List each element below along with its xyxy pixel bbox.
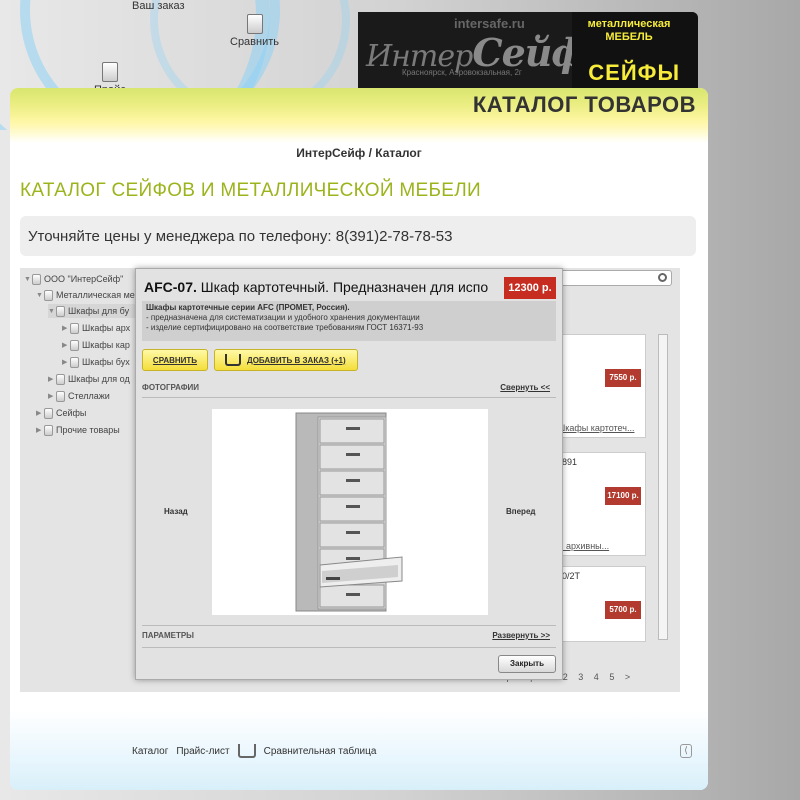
photos-section-header: ФОТОГРАФИИ Свернуть <<	[142, 383, 550, 392]
compare-link[interactable]: Сравнить	[230, 14, 279, 48]
brand-metal-text: металлическая МЕБЕЛЬ	[587, 18, 671, 43]
product-card[interactable]: 4891 17100 р. ы архивны...	[552, 452, 646, 556]
collapse-link[interactable]: Свернуть <<	[500, 383, 550, 392]
tree-item-accounting-cabinets[interactable]: ▼ Шкафы для бу	[48, 304, 148, 318]
tree-item-archive-cabinets[interactable]: ▶ Шкафы арх	[62, 321, 130, 335]
header: Ваш заказ Сравнить Прайс intersafe.ru Ин…	[0, 0, 800, 130]
tree-item-metal-furniture[interactable]: ▼ Металлическая ме	[36, 288, 135, 302]
divider	[142, 397, 556, 398]
compare-icon	[246, 14, 263, 34]
compare-label: Сравнить	[230, 36, 280, 48]
product-card[interactable]: 4 7550 р. Шкафы картотеч...	[552, 334, 646, 438]
your-order-label: Ваш заказ	[132, 0, 185, 12]
brand-tagline-box: металлическая МЕБЕЛЬ СЕЙФЫ	[572, 12, 698, 90]
catalog-banner: КАТАЛОГ ТОВАРОВ	[10, 88, 708, 143]
folder-icon	[44, 289, 53, 301]
your-order-link[interactable]: Ваш заказ	[132, 0, 185, 12]
divider	[142, 625, 556, 626]
product-card[interactable]: 60/2T 5700 р.	[552, 566, 646, 642]
tree-item-clothes-cabinets[interactable]: ▶ Шкафы для од	[48, 372, 130, 386]
modal-description: Шкафы картотечные серии AFC (ПРОМЕТ, Рос…	[142, 301, 556, 341]
add-to-order-button[interactable]: ДОБАВИТЬ В ЗАКАЗ (+1)	[214, 349, 358, 371]
folder-icon	[56, 390, 65, 402]
folder-icon	[44, 407, 53, 419]
tree-item-shelving[interactable]: ▶ Стеллажи	[48, 389, 110, 403]
footer-links: Каталог Прайс-лист Сравнительная таблица	[132, 744, 376, 758]
footer-price-list-link[interactable]: Прайс-лист	[176, 746, 229, 757]
folder-icon	[56, 305, 65, 317]
product-link[interactable]: Шкафы картотеч...	[557, 423, 634, 433]
next-photo-button[interactable]: Вперед	[506, 507, 535, 516]
close-button[interactable]: Закрыть	[498, 655, 556, 673]
cabinet-image	[295, 412, 403, 612]
cart-icon	[225, 354, 241, 366]
tree-item-accounting-sub[interactable]: ▶ Шкафы бух	[62, 355, 130, 369]
cart-icon[interactable]	[237, 744, 256, 758]
folder-icon	[44, 424, 53, 436]
folder-icon	[70, 339, 79, 351]
catalog-banner-title: КАТАЛОГ ТОВАРОВ	[472, 92, 696, 117]
divider	[142, 647, 556, 648]
folder-icon	[70, 356, 79, 368]
product-photo	[212, 409, 488, 615]
footer-catalog-link[interactable]: Каталог	[132, 746, 168, 757]
product-scrollbar[interactable]	[658, 334, 668, 640]
search-input[interactable]	[556, 270, 672, 286]
folder-icon	[70, 322, 79, 334]
price-tag: 7550 р.	[605, 369, 641, 387]
brand-logo[interactable]: intersafe.ru ИнтерСейф Красноярск, Аэров…	[358, 12, 698, 90]
footer: Каталог Прайс-лист Сравнительная таблица…	[10, 710, 708, 790]
params-section-header: ПАРАМЕТРЫ Развернуть >>	[142, 631, 550, 640]
brand-safes-text: СЕЙФЫ	[588, 60, 680, 85]
tree-item-other[interactable]: ▶ Прочие товары	[36, 423, 120, 437]
price-list-icon	[101, 62, 118, 82]
tree-item-root[interactable]: ▼ ООО "ИнтерСейф"	[24, 272, 123, 286]
tree-item-safes[interactable]: ▶ Сейфы	[36, 406, 86, 420]
search-icon[interactable]	[658, 273, 667, 282]
spinner-icon: ⟨	[680, 744, 692, 758]
prev-photo-button[interactable]: Назад	[164, 507, 188, 516]
breadcrumb[interactable]: ИнтерСейф / Каталог	[10, 146, 708, 160]
modal-title: AFC-07. Шкаф картотечный. Предназначен д…	[144, 279, 489, 295]
brand-address: Красноярск, Аэровокзальная, 2г	[402, 68, 522, 77]
tree-item-card-cabinets[interactable]: ▶ Шкафы кар	[62, 338, 130, 352]
price-tag: 17100 р.	[605, 487, 641, 505]
folder-icon	[56, 373, 65, 385]
price-tag: 5700 р.	[605, 601, 641, 619]
expand-link[interactable]: Развернуть >>	[492, 631, 550, 640]
product-link[interactable]: ы архивны...	[557, 541, 609, 551]
compare-button[interactable]: СРАВНИТЬ	[142, 349, 208, 371]
brand-domain: intersafe.ru	[454, 16, 525, 31]
page-title: КАТАЛОГ СЕЙФОВ И МЕТАЛЛИЧЕСКОЙ МЕБЕЛИ	[20, 180, 481, 201]
phone-notice: Уточняйте цены у менеджера по телефону: …	[20, 216, 696, 256]
folder-icon	[32, 273, 41, 285]
footer-compare-link[interactable]: Сравнительная таблица	[264, 746, 377, 757]
product-modal: AFC-07. Шкаф картотечный. Предназначен д…	[135, 268, 563, 680]
modal-price: 12300 р.	[504, 277, 556, 299]
